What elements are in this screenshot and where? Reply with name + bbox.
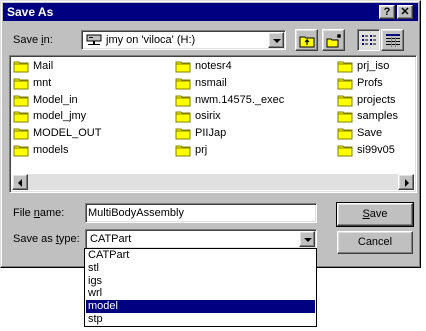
folder-icon [175,95,191,107]
save-as-type-option[interactable]: igs [86,275,315,288]
dialog-title: Save As [7,5,54,19]
folder-icon [13,61,29,73]
folder-icon [337,78,353,90]
save-in-value: jmy on 'viloca' (H:) [106,34,196,46]
folder-icon [13,128,29,140]
save-as-type-option[interactable]: wrl [86,287,315,300]
save-as-type-option[interactable]: stl [86,262,315,275]
save-as-type-option[interactable]: CATPart [86,249,315,262]
file-item-label: notesr4 [195,60,232,72]
file-item-label: nwm.14575._exec [195,93,285,106]
folder-icon [175,78,191,90]
folder-icon [337,145,353,157]
file-item-label: mnt [33,76,52,89]
new-folder-icon [326,34,341,48]
file-item-label: osirix [195,110,221,123]
close-button[interactable]: ✕ [397,5,413,19]
horizontal-scrollbar[interactable] [12,174,414,190]
folder-icon [175,145,191,157]
file-item-label: projects [357,93,396,106]
list-view-button[interactable] [357,29,380,51]
folder-icon [337,95,353,107]
file-item-label: Profs [357,76,383,89]
folder-icon [175,111,191,123]
file-item-label: models [33,144,69,156]
file-item-label: si99v05 [357,144,395,156]
save-as-type-option[interactable]: model [86,300,315,314]
file-item-label: prj [195,144,208,156]
file-item-label: MODEL_OUT [33,127,102,140]
save-as-type-dropdown-arrow[interactable] [299,231,315,247]
save-as-type-option[interactable]: stp [86,313,315,326]
details-view-button[interactable] [381,29,404,51]
file-item-label: model_jmy [33,110,87,123]
save-button[interactable]: Save [336,202,414,227]
create-new-folder-button[interactable] [322,29,345,51]
title-bar[interactable]: Save As ? ✕ [3,3,418,21]
list-view-icon [362,35,376,45]
file-item-label: Save [357,127,383,140]
file-name-label: File name: [13,207,65,219]
folder-icon [13,78,29,90]
file-item-label: PIIJap [195,127,227,140]
folder-icon [13,145,29,157]
save-as-dialog: Save As ? ✕ Save in: jmy on 'viloca' (H:… [0,0,421,268]
details-view-icon [386,34,400,47]
file-item-label: prj_iso [357,60,390,72]
folder-icon [337,128,353,140]
file-item-label: samples [357,110,398,123]
folder-icon [175,128,191,140]
save-as-type-options-list[interactable]: CATPart stl igs wrl model stp [84,248,317,327]
save-as-type-label: Save as type: [13,233,80,245]
network-drive-icon [86,34,102,45]
folder-icon [337,61,353,73]
save-as-type-dropdown[interactable]: CATPart [85,229,317,249]
up-one-level-button[interactable] [295,29,318,51]
file-item-label: Mail [33,60,54,72]
save-in-dropdown[interactable]: jmy on 'viloca' (H:) [81,30,286,50]
scroll-left-button[interactable] [12,174,28,190]
file-item-label: Model_in [33,93,78,106]
help-button[interactable]: ? [379,5,395,19]
file-name-input[interactable] [88,206,314,220]
folder-icon [13,95,29,107]
save-in-dropdown-arrow[interactable] [268,32,284,48]
file-item-label: nsmail [195,76,227,89]
save-in-label: Save in: [13,34,53,46]
folder-icon [337,111,353,123]
cancel-button[interactable]: Cancel [337,231,413,254]
save-as-type-value: CATPart [90,233,132,245]
scroll-right-button[interactable] [398,174,414,190]
up-folder-icon [299,36,315,48]
file-list[interactable]: Mail mnt Model_in model_jmy MODEL_OUTmodels n… [9,55,417,193]
folder-icon [13,111,29,123]
file-name-field[interactable] [85,203,317,223]
folder-icon [175,61,191,73]
